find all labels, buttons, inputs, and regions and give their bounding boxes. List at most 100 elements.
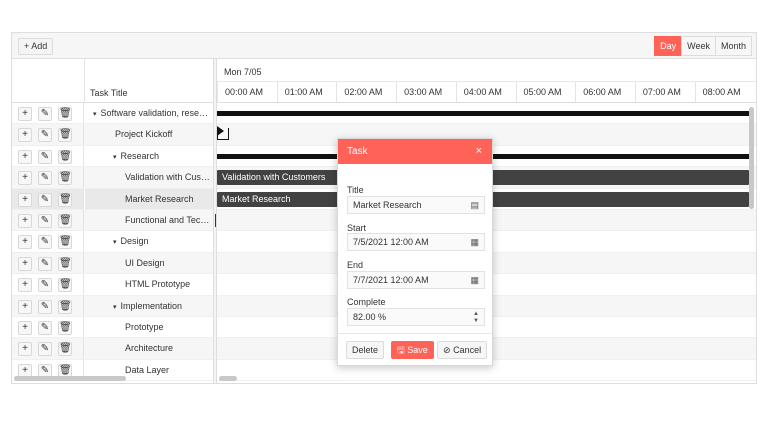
task-title-text: Implementation [120, 300, 183, 311]
task-title-cell[interactable]: UI Design [85, 253, 213, 273]
add-child-button[interactable]: + [18, 321, 32, 335]
calendar-icon[interactable]: ▦ [470, 272, 479, 288]
task-title-header[interactable]: Task Title [90, 88, 128, 98]
start-field-label: Start [347, 223, 367, 233]
trash-icon: 🗑 [59, 300, 72, 312]
add-child-button[interactable]: + [18, 299, 32, 314]
delete-task-button[interactable]: 🗑 [58, 278, 72, 293]
calendar-icon[interactable]: ▦ [470, 234, 479, 250]
edit-task-button[interactable]: ✎ [38, 235, 52, 250]
cancel-button-label: Cancel [453, 345, 482, 355]
expand-toggle-icon[interactable]: ▾ [113, 304, 117, 311]
add-child-button[interactable]: + [18, 278, 32, 293]
timeline-vertical-scrollbar[interactable] [749, 107, 754, 209]
milestone-flag [217, 126, 224, 137]
spinner-arrows-icon[interactable]: ▲ ▼ [473, 311, 479, 325]
view-week-button[interactable]: Week [681, 36, 716, 56]
task-title-cell[interactable]: Market Research [85, 188, 213, 209]
expand-toggle-icon[interactable]: ▾ [113, 239, 117, 246]
save-button[interactable]: 🖫 Save [391, 341, 434, 359]
add-child-button[interactable]: + [18, 235, 32, 250]
edit-task-button[interactable]: ✎ [38, 321, 52, 335]
trash-icon: 🗑 [59, 172, 72, 184]
task-title-cell[interactable]: HTML Prototype [85, 274, 213, 294]
row-commands: + ✎ 🗑 [12, 274, 84, 295]
task-title-cell[interactable]: ▾ Implementation [85, 296, 213, 316]
edit-task-button[interactable]: ✎ [38, 128, 52, 143]
add-task-button[interactable]: + Add [18, 38, 54, 55]
timeline-horizontal-scrollbar[interactable] [219, 376, 237, 381]
edit-task-button[interactable]: ✎ [38, 192, 52, 207]
delete-task-button[interactable]: 🗑 [58, 321, 72, 335]
edit-task-button[interactable]: ✎ [38, 342, 52, 357]
edit-task-button[interactable]: ✎ [38, 149, 52, 164]
complete-field-label: Complete [347, 297, 386, 307]
add-child-button[interactable]: + [18, 171, 32, 186]
edit-task-button[interactable]: ✎ [38, 278, 52, 293]
title-input[interactable]: Market Research ▤ [347, 196, 485, 214]
delete-task-button[interactable]: 🗑 [58, 256, 72, 271]
edit-task-button[interactable]: ✎ [38, 256, 52, 271]
task-title-cell[interactable]: Architecture [85, 338, 213, 358]
hour-header: 06:00 AM [575, 82, 635, 103]
pencil-icon: ✎ [40, 193, 50, 205]
pencil-icon: ✎ [40, 322, 50, 333]
add-child-button[interactable]: + [18, 107, 32, 121]
expand-toggle-icon[interactable]: ▾ [113, 154, 117, 161]
delete-task-button[interactable]: 🗑 [58, 149, 72, 164]
start-date-input[interactable]: 7/5/2021 12:00 AM ▦ [347, 233, 485, 251]
cancel-button[interactable]: ⊘ Cancel [437, 341, 488, 359]
task-title-cell[interactable]: Functional and Tec… [85, 210, 213, 230]
plus-icon: + [22, 108, 28, 119]
delete-button[interactable]: Delete [346, 341, 385, 359]
add-child-button[interactable]: + [18, 256, 32, 271]
edit-task-button[interactable]: ✎ [38, 299, 52, 314]
hour-header: 01:00 AM [276, 82, 337, 103]
grid-horizontal-scrollbar[interactable] [14, 376, 126, 381]
row-commands: + ✎ 🗑 [12, 252, 84, 274]
trash-icon: 🗑 [59, 215, 72, 226]
task-title-cell[interactable]: ▾ Software validation, resea… [85, 103, 213, 123]
edit-task-button[interactable]: ✎ [38, 171, 52, 186]
title-input-value: Market Research [353, 200, 422, 210]
add-child-button[interactable]: + [18, 149, 32, 164]
expand-toggle-icon[interactable]: ▾ [93, 111, 97, 118]
task-title-cell[interactable]: ▾ Design [85, 231, 213, 251]
plus-icon: + [22, 343, 28, 355]
delete-task-button[interactable]: 🗑 [58, 171, 72, 186]
end-date-input[interactable]: 7/7/2021 12:00 AM ▦ [347, 271, 485, 289]
delete-task-button[interactable]: 🗑 [58, 192, 72, 207]
edit-task-button[interactable]: ✎ [38, 107, 52, 121]
dialog-header: Task × [338, 139, 492, 164]
complete-numeric-input[interactable]: 82.00 % ▲ ▼ [347, 308, 485, 326]
task-title-cell[interactable]: Prototype [85, 317, 213, 337]
close-icon[interactable]: × [476, 139, 482, 164]
task-title-cell[interactable]: Project Kickoff [85, 124, 213, 144]
task-title-text: Functional and Tec… [125, 215, 210, 225]
add-child-button[interactable]: + [18, 214, 32, 228]
add-child-button[interactable]: + [18, 128, 32, 143]
task-edit-dialog: Task × Title Market Research ▤ Start 7/5… [337, 138, 493, 366]
task-title-text: Research [120, 150, 160, 161]
edit-task-button[interactable]: ✎ [38, 214, 52, 228]
trash-icon: 🗑 [59, 257, 72, 269]
view-day-button[interactable]: Day [654, 36, 683, 56]
add-child-button[interactable]: + [18, 342, 32, 357]
delete-task-button[interactable]: 🗑 [58, 214, 72, 228]
plus-icon: + [22, 279, 28, 291]
delete-task-button[interactable]: 🗑 [58, 299, 72, 314]
task-title-text: Design [120, 236, 149, 247]
plus-icon: + [22, 236, 28, 248]
task-title-cell[interactable]: ▾ Research [85, 146, 213, 166]
summary-bar[interactable] [217, 111, 749, 116]
delete-task-button[interactable]: 🗑 [58, 342, 72, 357]
trash-icon: 🗑 [59, 322, 72, 333]
delete-task-button[interactable]: 🗑 [58, 107, 72, 121]
task-title-cell[interactable]: Validation with Cus… [85, 167, 213, 187]
task-title-text: Validation with Cus… [125, 172, 210, 183]
row-commands: + ✎ 🗑 [12, 188, 84, 209]
delete-task-button[interactable]: 🗑 [58, 128, 72, 143]
delete-task-button[interactable]: 🗑 [58, 235, 72, 250]
add-child-button[interactable]: + [18, 192, 32, 207]
view-month-button[interactable]: Month [714, 36, 752, 56]
